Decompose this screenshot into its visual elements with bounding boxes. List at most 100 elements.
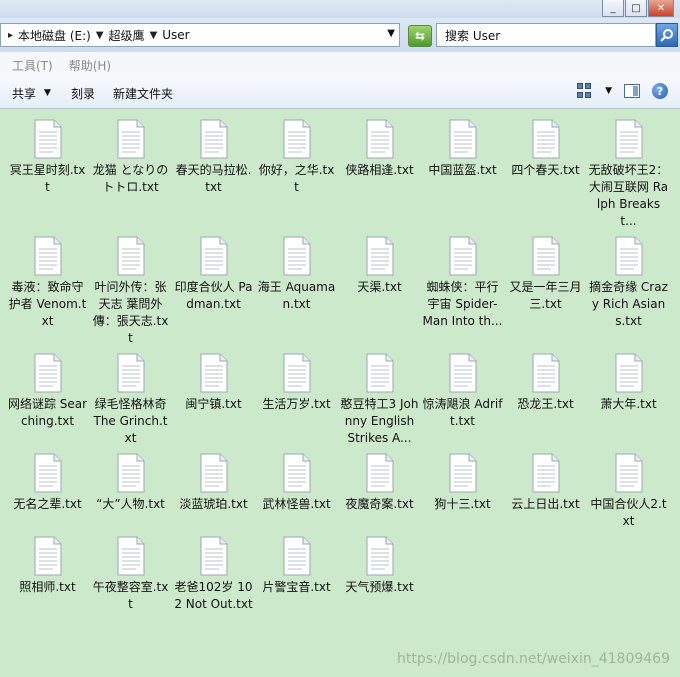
search-input[interactable]: 搜索 User bbox=[436, 23, 656, 47]
file-item[interactable]: 中国合伙人2.txt bbox=[587, 453, 670, 530]
text-file-icon bbox=[449, 236, 476, 276]
file-name: 龙猫 となりのトトロ.txt bbox=[92, 163, 169, 194]
file-item[interactable]: 片警宝音.txt bbox=[255, 536, 338, 613]
maximize-button[interactable]: □ bbox=[625, 0, 647, 17]
navigation-bar: ▸ 本地磁盘 (E:) ▼ 超级鹰 ▼ User ▼ ⇆ 搜索 User bbox=[0, 18, 680, 52]
file-name: 武林怪兽.txt bbox=[262, 497, 331, 511]
text-file-icon bbox=[532, 236, 559, 276]
file-name: 印度合伙人 Padman.txt bbox=[174, 280, 253, 311]
file-item[interactable]: 天气预爆.txt bbox=[338, 536, 421, 613]
text-file-icon bbox=[366, 453, 393, 493]
file-name: 你好，之华.txt bbox=[258, 163, 335, 194]
file-item[interactable]: 生活万岁.txt bbox=[255, 353, 338, 447]
file-item[interactable]: 冥王星时刻.txt bbox=[6, 119, 89, 230]
file-name: 夜魔奇案.txt bbox=[345, 497, 414, 511]
menu-help[interactable]: 帮助(H) bbox=[69, 57, 111, 74]
text-file-icon bbox=[449, 353, 476, 393]
close-button[interactable]: ✕ bbox=[648, 0, 674, 17]
title-bar: _ □ ✕ bbox=[0, 0, 680, 18]
help-icon[interactable]: ? bbox=[652, 83, 668, 99]
file-item[interactable]: 闽宁镇.txt bbox=[172, 353, 255, 447]
file-item[interactable]: 四个春天.txt bbox=[504, 119, 587, 230]
file-name: 恐龙王.txt bbox=[517, 397, 574, 411]
file-name: 闽宁镇.txt bbox=[185, 397, 242, 411]
file-name: 老爸102岁 102 Not Out.txt bbox=[174, 580, 253, 611]
file-item[interactable]: 中国蓝盔.txt bbox=[421, 119, 504, 230]
address-bar[interactable]: ▸ 本地磁盘 (E:) ▼ 超级鹰 ▼ User ▼ bbox=[0, 23, 400, 47]
refresh-button[interactable]: ⇆ bbox=[408, 25, 432, 47]
breadcrumb-item-drive[interactable]: 本地磁盘 (E:) bbox=[18, 27, 91, 44]
file-name: 蜘蛛侠：平行宇宙 Spider-Man Into th... bbox=[422, 280, 503, 328]
file-item[interactable]: 憨豆特工3 Johnny English Strikes A... bbox=[338, 353, 421, 447]
file-item[interactable]: 照相师.txt bbox=[6, 536, 89, 613]
file-name: 又是一年三月三.txt bbox=[509, 280, 582, 311]
menu-tools[interactable]: 工具(T) bbox=[12, 57, 53, 74]
search-button[interactable] bbox=[656, 23, 678, 47]
file-item[interactable]: 无名之辈.txt bbox=[6, 453, 89, 530]
file-item[interactable]: 天渠.txt bbox=[338, 236, 421, 347]
text-file-icon bbox=[532, 353, 559, 393]
file-item[interactable]: 老爸102岁 102 Not Out.txt bbox=[172, 536, 255, 613]
breadcrumb-root-chevron-icon[interactable]: ▸ bbox=[8, 30, 13, 41]
text-file-icon bbox=[34, 353, 61, 393]
text-file-icon bbox=[117, 353, 144, 393]
file-item[interactable]: “大”人物.txt bbox=[89, 453, 172, 530]
file-item[interactable]: 无敌破坏王2：大闹互联网 Ralph Breaks t... bbox=[587, 119, 670, 230]
file-name: 毒液：致命守护者 Venom.txt bbox=[8, 280, 87, 328]
file-item[interactable]: 印度合伙人 Padman.txt bbox=[172, 236, 255, 347]
file-item[interactable]: 龙猫 となりのトトロ.txt bbox=[89, 119, 172, 230]
change-view-icon[interactable] bbox=[577, 83, 593, 99]
file-item[interactable]: 萧大年.txt bbox=[587, 353, 670, 447]
file-item[interactable]: 淡蓝琥珀.txt bbox=[172, 453, 255, 530]
file-list-view[interactable]: 冥王星时刻.txt 龙猫 となりのトトロ.txt 春天的马拉松.txt 你好，之… bbox=[0, 109, 680, 677]
file-item[interactable]: 云上日出.txt bbox=[504, 453, 587, 530]
file-name: 照相师.txt bbox=[19, 580, 76, 594]
address-history-dropdown-icon[interactable]: ▼ bbox=[387, 28, 395, 39]
view-controls: ▼ ? bbox=[577, 83, 668, 99]
file-item[interactable]: 又是一年三月三.txt bbox=[504, 236, 587, 347]
file-name: 憨豆特工3 Johnny English Strikes A... bbox=[340, 397, 419, 445]
text-file-icon bbox=[283, 236, 310, 276]
file-item[interactable]: 狗十三.txt bbox=[421, 453, 504, 530]
text-file-icon bbox=[283, 353, 310, 393]
file-name: 萧大年.txt bbox=[600, 397, 657, 411]
file-item[interactable]: 叶问外传：张天志 葉問外傳：張天志.txt bbox=[89, 236, 172, 347]
view-options-chevron-icon[interactable]: ▼ bbox=[605, 86, 612, 96]
file-item[interactable]: 午夜整容室.txt bbox=[89, 536, 172, 613]
file-item[interactable]: 惊涛飓浪 Adrift.txt bbox=[421, 353, 504, 447]
text-file-icon bbox=[200, 536, 227, 576]
file-item[interactable]: 绿毛怪格林奇 The Grinch.txt bbox=[89, 353, 172, 447]
text-file-icon bbox=[449, 119, 476, 159]
file-item[interactable]: 你好，之华.txt bbox=[255, 119, 338, 230]
file-item[interactable]: 毒液：致命守护者 Venom.txt bbox=[6, 236, 89, 347]
breadcrumb-item-folder[interactable]: 超级鹰 bbox=[109, 27, 145, 44]
file-item[interactable]: 侠路相逢.txt bbox=[338, 119, 421, 230]
breadcrumb-item-current[interactable]: User bbox=[162, 28, 189, 42]
file-name: 云上日出.txt bbox=[511, 497, 580, 511]
file-item[interactable]: 摘金奇缘 Crazy Rich Asians.txt bbox=[587, 236, 670, 347]
preview-pane-icon[interactable] bbox=[624, 84, 640, 98]
share-button[interactable]: 共享 ▼ bbox=[12, 85, 51, 102]
file-name: 片警宝音.txt bbox=[262, 580, 331, 594]
breadcrumb-chevron-icon[interactable]: ▼ bbox=[150, 30, 158, 41]
burn-button[interactable]: 刻录 bbox=[71, 85, 95, 102]
file-name: 海王 Aquaman.txt bbox=[257, 280, 336, 311]
file-name: 侠路相逢.txt bbox=[345, 163, 414, 177]
file-item[interactable]: 网络谜踪 Searching.txt bbox=[6, 353, 89, 447]
file-item[interactable]: 恐龙王.txt bbox=[504, 353, 587, 447]
text-file-icon bbox=[366, 353, 393, 393]
window-controls: _ □ ✕ bbox=[601, 0, 674, 17]
text-file-icon bbox=[200, 353, 227, 393]
file-item[interactable]: 蜘蛛侠：平行宇宙 Spider-Man Into th... bbox=[421, 236, 504, 347]
file-item[interactable]: 夜魔奇案.txt bbox=[338, 453, 421, 530]
file-name: 淡蓝琥珀.txt bbox=[179, 497, 248, 511]
file-item[interactable]: 武林怪兽.txt bbox=[255, 453, 338, 530]
text-file-icon bbox=[615, 119, 642, 159]
breadcrumb-chevron-icon[interactable]: ▼ bbox=[96, 30, 104, 41]
file-item[interactable]: 春天的马拉松.txt bbox=[172, 119, 255, 230]
new-folder-button[interactable]: 新建文件夹 bbox=[113, 85, 173, 102]
minimize-button[interactable]: _ bbox=[602, 0, 624, 17]
file-name: 无名之辈.txt bbox=[13, 497, 82, 511]
text-file-icon bbox=[449, 453, 476, 493]
file-item[interactable]: 海王 Aquaman.txt bbox=[255, 236, 338, 347]
